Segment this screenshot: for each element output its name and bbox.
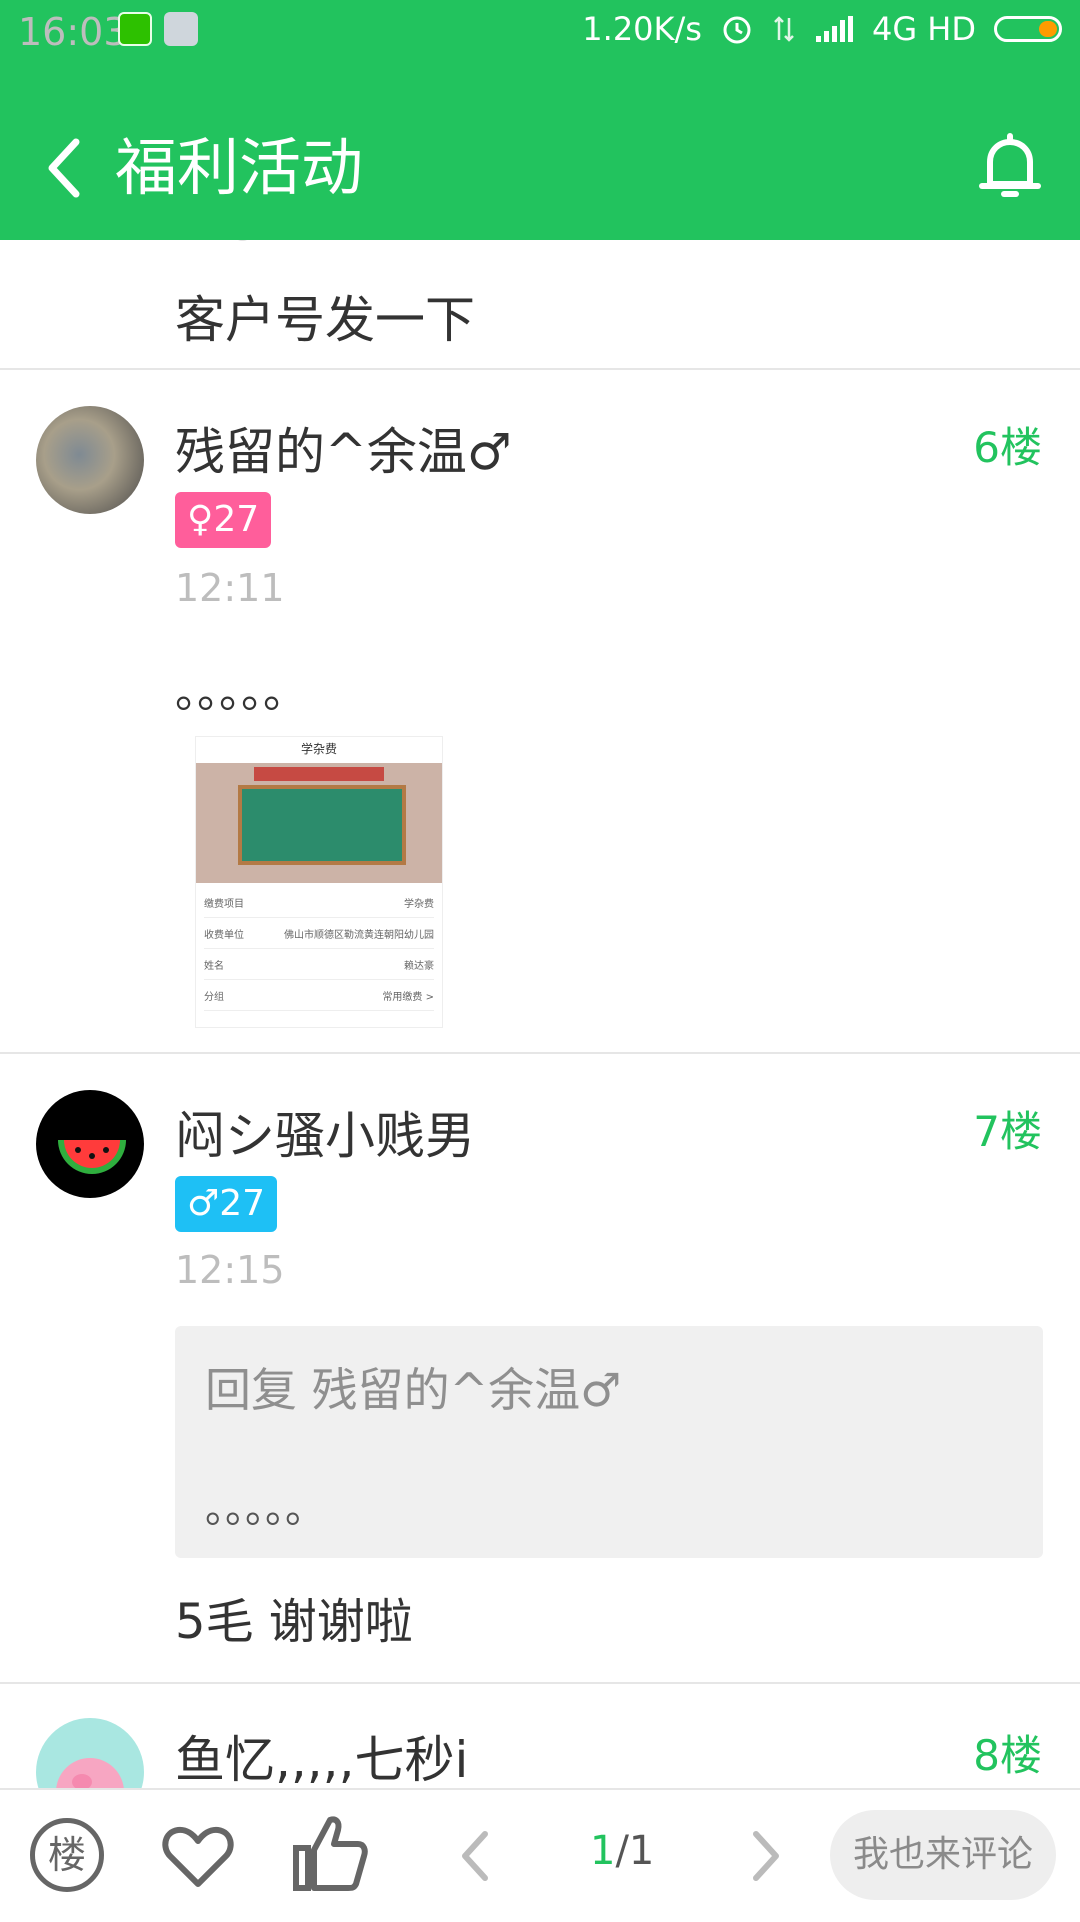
quote-text: 。。。。。	[205, 1486, 325, 1532]
comment-item[interactable]: 闷シ骚小贱男 7楼 ♂27 12:15 回复 残留的^余温♂ 。。。。。 5毛 …	[0, 1054, 1080, 1680]
current-page: 1	[590, 1828, 616, 1874]
total-pages: /1	[615, 1828, 655, 1874]
next-page-icon[interactable]	[746, 1826, 786, 1886]
floor-number: 8楼	[973, 1731, 1042, 1780]
avatar[interactable]	[36, 1718, 144, 1788]
post-text: 5毛 谢谢啦	[175, 1594, 413, 1650]
comment-item[interactable]: 残留的^余温♂ 6楼 ♀27 12:11 。。。。。 学杂费 缴费项目 学杂费 收…	[0, 370, 1080, 1050]
avatar[interactable]	[36, 1090, 144, 1198]
image-header: 学杂费	[300, 742, 337, 756]
data-transfer-icon	[774, 16, 794, 42]
quote-header: 回复 残留的^余温♂	[205, 1363, 622, 1417]
user-name[interactable]: 闷シ骚小贱男	[175, 1096, 475, 1168]
gender-age-badge: ♂27	[175, 1176, 278, 1232]
image-rows: 缴费项目 学杂费 收费单位 佛山市顺德区勒流黄连朝阳幼儿园 姓名 赖达豪 分组 常用缴费…	[204, 887, 434, 1011]
back-arrow-icon[interactable]	[40, 128, 90, 208]
message-notification-icon	[164, 12, 198, 46]
bell-icon[interactable]	[970, 128, 1050, 208]
app-header: 16:03 1.20K/s 4G HD 福利活动	[0, 0, 1080, 240]
status-time: 16:03	[18, 10, 128, 54]
post-time: 12:57	[175, 240, 279, 249]
alarm-icon	[723, 16, 751, 44]
user-name[interactable]: 鱼忆,,,,,七秒i	[175, 1720, 468, 1788]
post-time: 12:15	[175, 1248, 285, 1292]
previous-page-icon[interactable]	[455, 1826, 495, 1886]
user-name[interactable]: 残留的^余温♂	[175, 412, 512, 484]
favorite-heart-icon[interactable]	[158, 1814, 238, 1894]
avatar[interactable]	[36, 406, 144, 514]
signal-icon	[815, 16, 853, 42]
watermelon-icon	[58, 1140, 126, 1174]
status-right: 1.20K/s 4G HD	[582, 10, 1062, 48]
floor-number: 7楼	[973, 1107, 1042, 1156]
post-time: 12:11	[175, 566, 285, 610]
chalkboard-illustration	[196, 763, 442, 883]
page-indicator: 1/1	[590, 1828, 654, 1874]
bottom-toolbar: 楼 1/1 我也来评论	[0, 1788, 1080, 1922]
like-thumb-icon[interactable]	[290, 1810, 370, 1894]
post-text: 客户号发一下	[175, 291, 475, 349]
post-image[interactable]: 学杂费 缴费项目 学杂费 收费单位 佛山市顺德区勒流黄连朝阳幼儿园 姓名 赖达豪 分组…	[195, 736, 443, 1028]
status-bar: 16:03 1.20K/s 4G HD	[0, 0, 1080, 60]
post-text: 。。。。。	[175, 667, 307, 718]
comment-list[interactable]: 12:57 客户号发一下 残留的^余温♂ 6楼 ♀27 12:11 。。。。。 …	[0, 240, 1080, 1788]
comment-item[interactable]: 鱼忆,,,,,七秒i 8楼	[0, 1684, 1080, 1788]
network-type: 4G HD	[871, 10, 976, 48]
gender-age-badge: ♀27	[175, 492, 272, 548]
page-title: 福利活动	[115, 131, 364, 204]
battery-icon	[994, 16, 1062, 42]
network-speed: 1.20K/s	[582, 10, 702, 48]
wechat-notification-icon	[118, 12, 152, 46]
floor-jump-button[interactable]: 楼	[30, 1818, 104, 1892]
write-comment-button[interactable]: 我也来评论	[830, 1810, 1056, 1900]
pig-avatar-icon	[56, 1758, 124, 1788]
quoted-reply[interactable]: 回复 残留的^余温♂ 。。。。。	[175, 1326, 1043, 1558]
floor-number: 6楼	[973, 423, 1042, 472]
